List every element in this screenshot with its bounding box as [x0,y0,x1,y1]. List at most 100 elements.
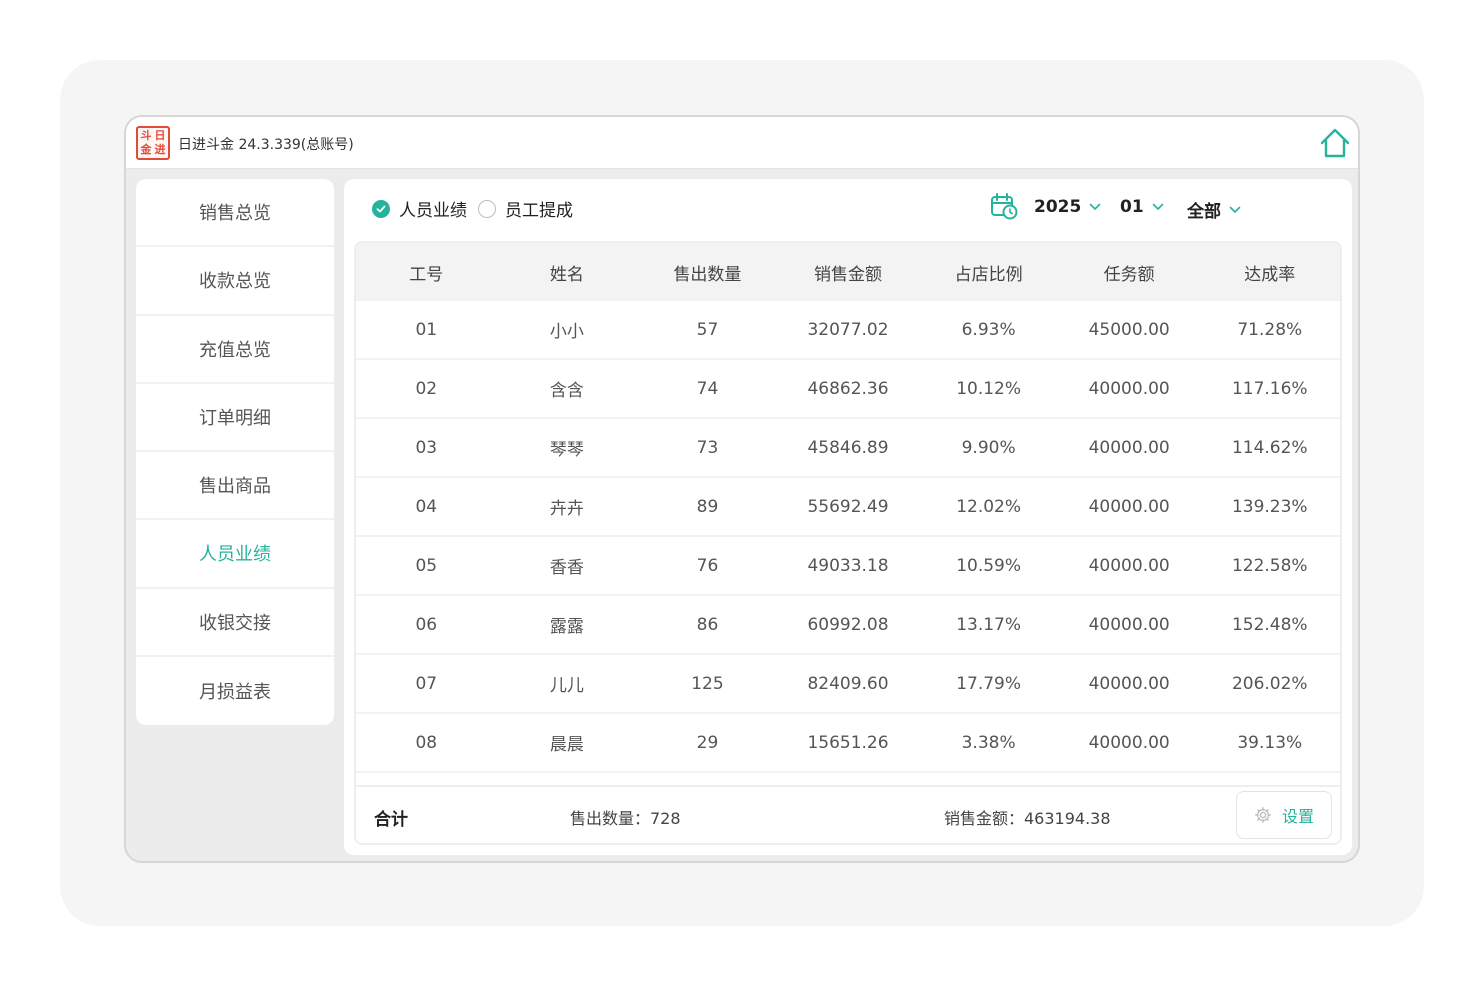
month-value: 01 [1120,197,1144,217]
year-dropdown[interactable]: 2025 [1034,197,1101,217]
table-row[interactable]: 04 卉卉 89 55692.49 12.02% 40000.00 139.23% [356,478,1340,537]
table-cell: 45846.89 [807,437,889,458]
sidebar-item[interactable]: 收银交接 [136,589,334,657]
home-icon [1320,128,1350,158]
table-cell: 10.12% [956,378,1022,399]
month-dropdown[interactable]: 01 [1120,197,1164,217]
gear-icon [1255,807,1271,823]
settings-button[interactable]: 设置 [1236,791,1332,839]
radio-commission-label: 员工提成 [505,201,573,221]
table-cell: 206.02% [1231,673,1308,694]
table-cell: 82409.60 [807,673,889,694]
sidebar-item[interactable]: 人员业绩 [136,520,334,589]
table-cell: 114.62% [1231,437,1308,458]
table-row[interactable]: 06 露露 86 60992.08 13.17% 40000.00 152.48% [356,596,1340,655]
table-body[interactable]: 01 小小 57 32077.02 6.93% 45000.00 71.28% 02 含含 74 4… [356,301,1340,789]
table-row[interactable]: 03 琴琴 73 45846.89 9.90% 40000.00 114.62% [356,419,1340,478]
sidebar-item[interactable]: 售出商品 [136,452,334,521]
table-cell: 117.16% [1231,378,1308,399]
table-footer: 合计 售出数量：728 销售金额：463194.38 设置 [356,785,1340,843]
radio-checked-icon [372,199,390,218]
table-cell: 86 [696,614,719,635]
table-cell: 89 [696,496,719,517]
app-title: 日进斗金 24.3.339(总账号) [178,137,354,153]
year-value: 2025 [1034,197,1082,217]
table-cell: 02 [415,378,438,399]
table-cell: 香香 [549,558,584,578]
table-cell: 71.28% [1237,319,1303,340]
radio-performance-label: 人员业绩 [399,201,467,221]
table-cell: 琴琴 [549,440,584,460]
table-cell: 55692.49 [807,496,889,517]
table-cell: 73 [696,437,719,458]
sidebar: 销售总览 收款总览 充值总览 订单明细 售出商品 人员业绩 收银交接 月损益表 [136,179,334,725]
table-cell: 10.59% [956,555,1022,576]
chevron-down-icon [1229,206,1241,213]
table-row[interactable]: 02 含含 74 46862.36 10.12% 40000.00 117.16% [356,360,1340,419]
column-header: 占店比例 [954,264,1023,285]
table-cell: 125 [691,673,724,694]
table-cell: 含含 [549,381,584,401]
table-cell: 29 [696,732,719,753]
table-cell: 60992.08 [807,614,889,635]
sidebar-item[interactable]: 月损益表 [136,657,334,725]
logo-char: 日 [154,129,166,142]
table-cell: 小小 [549,322,584,342]
table-cell: 晨晨 [549,735,584,755]
table-cell: 40000.00 [1088,732,1170,753]
table-cell: 40000.00 [1088,437,1170,458]
chevron-down-icon [1090,203,1101,210]
table-cell: 40000.00 [1088,496,1170,517]
radio-unchecked-icon [478,199,496,218]
table-cell: 儿儿 [549,676,584,696]
table-cell: 露露 [549,617,584,637]
logo-char: 金 [140,143,152,156]
table-header: 工号 姓名 售出数量 销售金额 占店比例 任务额 达成率 [356,243,1340,301]
settings-label: 设置 [1281,807,1314,826]
title-bar: 斗 日 金 进 日进斗金 24.3.339(总账号) [126,117,1358,169]
logo-char: 进 [154,143,166,156]
filter-bar: 人员业绩 员工提成 2025 01 全部 [344,179,1352,237]
column-header: 任务额 [1103,264,1155,285]
table-row[interactable]: 05 香香 76 49033.18 10.59% 40000.00 122.58% [356,537,1340,596]
table-cell: 39.13% [1237,732,1303,753]
table-row[interactable]: 07 儿儿 125 82409.60 17.79% 40000.00 206.02% [356,655,1340,714]
sidebar-item[interactable]: 充值总览 [136,316,334,384]
table-cell: 3.38% [961,732,1016,753]
home-button[interactable] [1318,126,1352,160]
table-cell: 46862.36 [807,378,889,399]
radio-commission[interactable]: 员工提成 [478,196,573,221]
table-cell: 17.79% [956,673,1022,694]
table-cell: 122.58% [1231,555,1308,576]
table-row[interactable]: 01 小小 57 32077.02 6.93% 45000.00 71.28% [356,301,1340,360]
sidebar-item[interactable]: 订单明细 [136,384,334,452]
table-cell: 74 [696,378,719,399]
total-label: 合计 [374,810,408,830]
table-cell: 12.02% [956,496,1022,517]
sidebar-item[interactable]: 收款总览 [136,247,334,316]
scope-dropdown[interactable]: 全部 [1187,197,1241,222]
table-cell: 49033.18 [807,555,889,576]
table-cell: 6.93% [961,319,1016,340]
sidebar-item[interactable]: 销售总览 [136,179,334,248]
table-cell: 152.48% [1231,614,1308,635]
table-row[interactable]: 08 晨晨 29 15651.26 3.38% 40000.00 39.13% [356,714,1340,773]
calendar-clock-icon[interactable] [990,192,1018,220]
total-quantity: 售出数量：728 [570,809,681,828]
table-cell: 13.17% [956,614,1022,635]
radio-performance[interactable]: 人员业绩 [372,196,467,221]
table-cell: 05 [415,555,438,576]
table-cell: 40000.00 [1088,673,1170,694]
table-cell: 40000.00 [1088,614,1170,635]
total-amount: 销售金额：463194.38 [944,809,1111,828]
table-cell: 76 [696,555,719,576]
table-cell: 40000.00 [1088,378,1170,399]
performance-table: 工号 姓名 售出数量 销售金额 占店比例 任务额 达成率 01 小小 57 32077.02 6.9… [354,241,1342,845]
table-cell: 卉卉 [549,499,584,519]
table-cell: 01 [415,319,438,340]
table-cell: 139.23% [1231,496,1308,517]
logo-char: 斗 [140,129,152,142]
scope-value: 全部 [1187,202,1221,222]
table-cell: 45000.00 [1088,319,1170,340]
table-cell: 07 [415,673,438,694]
